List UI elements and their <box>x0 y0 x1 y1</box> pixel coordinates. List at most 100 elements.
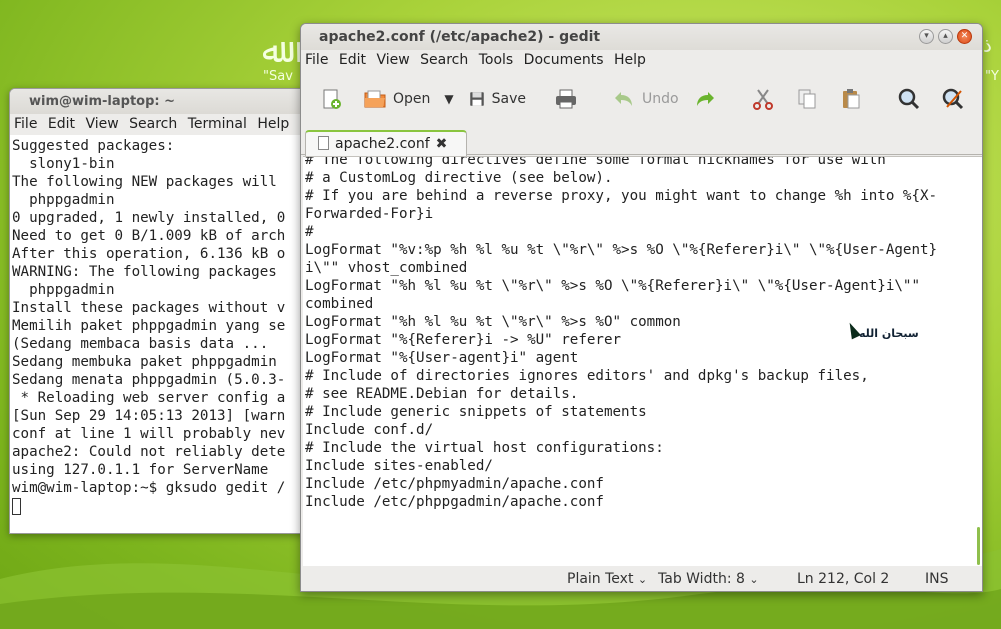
menu-file[interactable]: File <box>305 52 328 68</box>
tab-close-icon[interactable]: ✖ <box>436 136 448 152</box>
find-replace-icon <box>942 88 963 110</box>
copy-icon <box>798 89 816 109</box>
copy-button[interactable] <box>795 87 825 111</box>
vertical-scrollbar[interactable] <box>977 527 980 565</box>
code-line: # <box>305 224 314 240</box>
terminal-menubar: File Edit View Search Terminal Help <box>10 114 308 135</box>
terminal-line: conf at line 1 will probably nev <box>12 426 286 442</box>
new-document-icon <box>323 89 341 109</box>
terminal-menu-search[interactable]: Search <box>129 116 177 132</box>
undo-label: Undo <box>642 91 679 107</box>
language-label: Plain Text <box>567 571 634 587</box>
terminal-titlebar[interactable]: wim@wim-laptop: ~ <box>10 89 308 114</box>
minimize-icon[interactable]: ▾ <box>919 29 934 44</box>
menu-documents[interactable]: Documents <box>524 52 604 68</box>
tab-label: apache2.conf <box>335 136 430 152</box>
tab-width-selector[interactable]: Tab Width: 8 ⌄ <box>658 566 759 591</box>
terminal-line: Suggested packages: <box>12 138 175 154</box>
undo-button[interactable]: Undo <box>612 87 679 111</box>
insert-mode: INS <box>925 571 949 587</box>
terminal-menu-file[interactable]: File <box>14 116 37 132</box>
chevron-down-icon: ⌄ <box>749 573 759 586</box>
code-line: LogFormat "%v:%p %h %l %u %t \"%r\" %>s … <box>305 242 938 258</box>
terminal-cursor <box>12 497 21 515</box>
code-line: # see README.Debian for details. <box>305 386 579 402</box>
terminal-output[interactable]: Suggested packages: slony1-bin The follow… <box>10 135 308 533</box>
paste-button[interactable] <box>839 87 869 111</box>
gedit-toolbar: Open ▼ Save Undo <box>301 70 982 128</box>
terminal-prompt-line: wim@wim-laptop:~$ gksudo gedit / <box>12 480 286 496</box>
cursor-position: Ln 212, Col 2 <box>797 571 890 587</box>
overlay-arabic-text: سبحان الله <box>859 327 919 340</box>
terminal-line: Install these packages without v <box>12 300 286 316</box>
code-line: LogFormat "%{Referer}i -> %U" referer <box>305 332 622 348</box>
terminal-line: WARNING: The following packages <box>12 264 277 280</box>
new-button[interactable] <box>319 87 349 111</box>
gedit-title: apache2.conf (/etc/apache2) - gedit <box>319 29 601 45</box>
undo-arrow-icon <box>615 92 633 106</box>
tab-width-label: Tab Width: 8 <box>658 571 745 587</box>
find-replace-button[interactable] <box>941 87 971 111</box>
chevron-down-icon: ⌄ <box>637 573 648 586</box>
gedit-window[interactable]: apache2.conf (/etc/apache2) - gedit ▾ ▴ … <box>300 23 983 592</box>
code-line: # Include of directories ignores editors… <box>305 368 869 384</box>
maximize-icon[interactable]: ▴ <box>938 29 953 44</box>
terminal-line: phppgadmin <box>12 282 115 298</box>
menu-help[interactable]: Help <box>614 52 646 68</box>
terminal-line: After this operation, 6.136 kB o <box>12 246 286 262</box>
tab-apache2-conf[interactable]: apache2.conf ✖ <box>305 130 467 156</box>
code-line: Include /etc/phpmyadmin/apache.conf <box>305 476 604 492</box>
clipboard-paste-icon <box>842 89 860 109</box>
code-line: # The following directives define some f… <box>305 156 886 168</box>
code-line: combined <box>305 296 374 312</box>
code-line: Include conf.d/ <box>305 422 434 438</box>
code-line: # Include generic snippets of statements <box>305 404 647 420</box>
code-content[interactable]: # The following directives define some f… <box>305 156 938 511</box>
search-icon <box>898 88 919 110</box>
terminal-menu-edit[interactable]: Edit <box>48 116 75 132</box>
gedit-titlebar[interactable]: apache2.conf (/etc/apache2) - gedit ▾ ▴ … <box>301 24 982 50</box>
folder-open-icon <box>364 90 386 108</box>
text-editor[interactable]: # The following directives define some f… <box>303 156 982 566</box>
open-button[interactable]: Open ▼ <box>363 87 454 111</box>
open-label: Open <box>393 91 431 107</box>
terminal-line: phppgadmin <box>12 192 115 208</box>
redo-button[interactable] <box>693 87 723 111</box>
terminal-line: Need to get 0 B/1.009 kB of arch <box>12 228 286 244</box>
terminal-line: Memilih paket phppgadmin yang se <box>12 318 286 334</box>
terminal-line: The following NEW packages will <box>12 174 277 190</box>
document-tabs: apache2.conf ✖ <box>301 128 982 156</box>
terminal-line: using 127.0.1.1 for ServerName <box>12 462 269 478</box>
terminal-menu-help[interactable]: Help <box>257 116 289 132</box>
print-button[interactable] <box>554 87 584 111</box>
save-button[interactable]: Save <box>468 90 526 108</box>
code-line: i\"" vhost_combined <box>305 260 468 276</box>
code-line: # If you are behind a reverse proxy, you… <box>305 188 938 204</box>
terminal-window[interactable]: wim@wim-laptop: ~ File Edit View Search … <box>9 88 309 534</box>
chevron-down-icon[interactable]: ▼ <box>444 92 453 106</box>
close-icon[interactable]: ✕ <box>957 29 972 44</box>
desktop-caption-right: "Y <box>985 69 999 84</box>
code-line: # a CustomLog directive (see below). <box>305 170 613 186</box>
cut-button[interactable] <box>751 87 781 111</box>
language-selector[interactable]: Plain Text ⌄ <box>567 566 648 591</box>
terminal-line: 0 upgraded, 1 newly installed, 0 <box>12 210 286 226</box>
find-button[interactable] <box>897 87 927 111</box>
code-line: Include /etc/phppgadmin/apache.conf <box>305 494 604 510</box>
menu-tools[interactable]: Tools <box>479 52 514 68</box>
gedit-menubar: File Edit View Search Tools Documents He… <box>301 50 982 70</box>
status-bar: Plain Text ⌄ Tab Width: 8 ⌄ Ln 212, Col … <box>301 566 982 591</box>
terminal-menu-terminal[interactable]: Terminal <box>188 116 247 132</box>
menu-view[interactable]: View <box>376 52 409 68</box>
floppy-save-icon <box>469 92 484 106</box>
redo-arrow-icon <box>696 92 714 106</box>
document-icon <box>318 136 329 150</box>
code-line: # Include the virtual host configuration… <box>305 440 664 456</box>
terminal-menu-view[interactable]: View <box>85 116 118 132</box>
terminal-line: Sedang menata phppgadmin (5.0.3- <box>12 372 286 388</box>
terminal-line: (Sedang membaca basis data ... <box>12 336 269 352</box>
menu-search[interactable]: Search <box>420 52 468 68</box>
menu-edit[interactable]: Edit <box>339 52 366 68</box>
code-line: LogFormat "%h %l %u %t \"%r\" %>s %O" co… <box>305 314 681 330</box>
terminal-line: * Reloading web server config a <box>12 390 286 406</box>
